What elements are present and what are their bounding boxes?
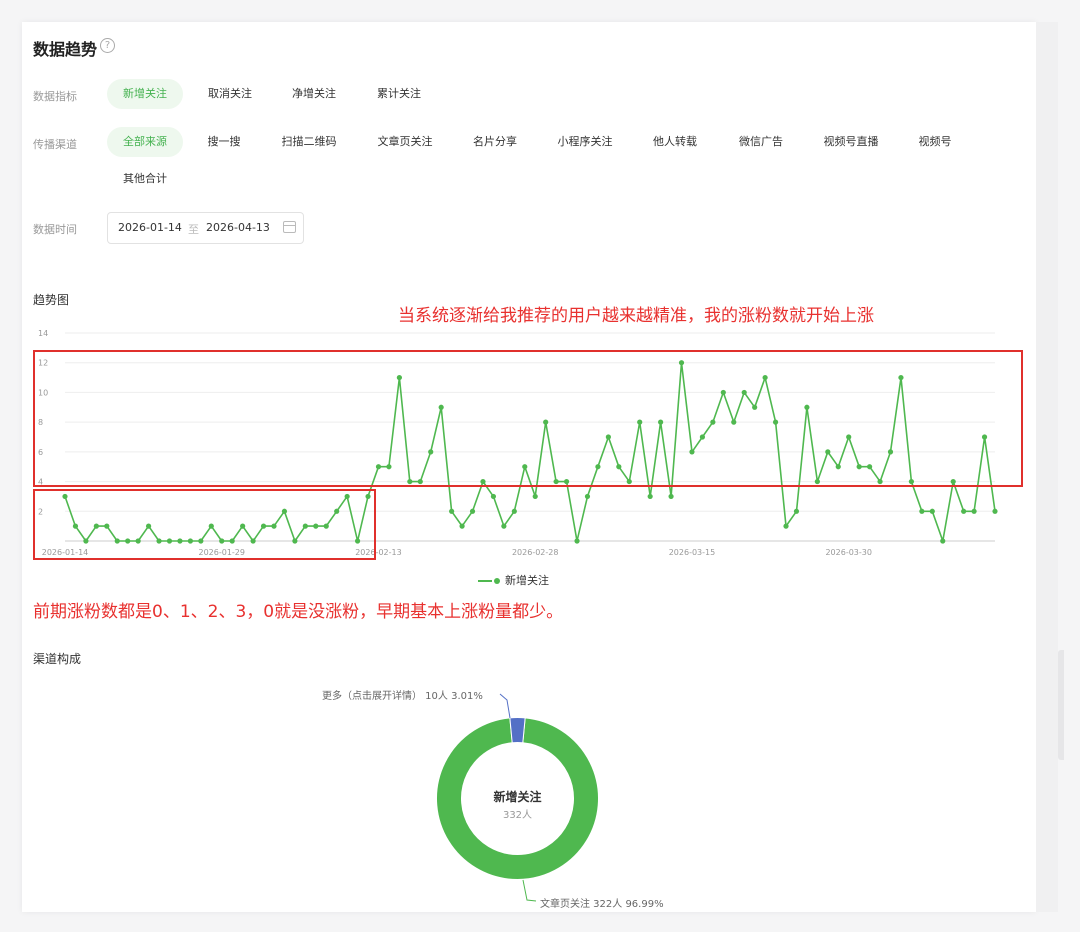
data-point <box>449 508 455 514</box>
data-point <box>793 508 800 514</box>
donut-label-article: 文章页关注 322人 96.99% <box>540 899 664 910</box>
leader-line-more <box>499 693 511 719</box>
leader-line-article <box>522 879 537 902</box>
data-point <box>532 493 538 500</box>
data-point <box>961 508 967 514</box>
x-tick-label: 2026-03-30 <box>825 548 872 557</box>
highlight-box-early <box>33 489 376 560</box>
legend-label: 新增关注 <box>505 574 549 587</box>
data-point <box>574 538 580 544</box>
donut-center-title: 新增关注 <box>493 790 542 804</box>
donut-center-value: 332人 <box>502 810 533 821</box>
legend-dot-icon <box>494 578 500 584</box>
data-point <box>783 523 789 529</box>
data-point <box>929 508 935 514</box>
pie-slice-more <box>509 716 526 744</box>
data-point <box>511 508 517 514</box>
data-point <box>992 508 998 514</box>
chart-legend[interactable]: 新增关注 <box>478 572 549 588</box>
data-point <box>459 523 465 529</box>
y-tick-label: 14 <box>38 329 48 338</box>
data-point <box>647 493 653 500</box>
data-point <box>490 493 497 500</box>
data-point <box>668 493 674 500</box>
highlight-box-growth <box>33 350 1023 487</box>
legend-line-icon <box>478 580 492 582</box>
data-point <box>971 508 977 514</box>
x-tick-label: 2026-03-15 <box>669 548 716 557</box>
data-point <box>940 538 946 544</box>
donut-label-more[interactable]: 更多（点击展开详情） 10人 3.01% <box>322 687 483 702</box>
data-point <box>501 523 507 529</box>
data-point <box>919 508 925 514</box>
data-point <box>584 493 591 500</box>
channel-composition-title: 渠道构成 <box>33 652 82 666</box>
data-point <box>469 508 476 514</box>
x-tick-label: 2026-02-28 <box>512 548 559 557</box>
annotation-bottom: 前期涨粉数都是0、1、2、3，0就是没涨粉，早期基本上涨粉量都少。 <box>33 602 564 622</box>
